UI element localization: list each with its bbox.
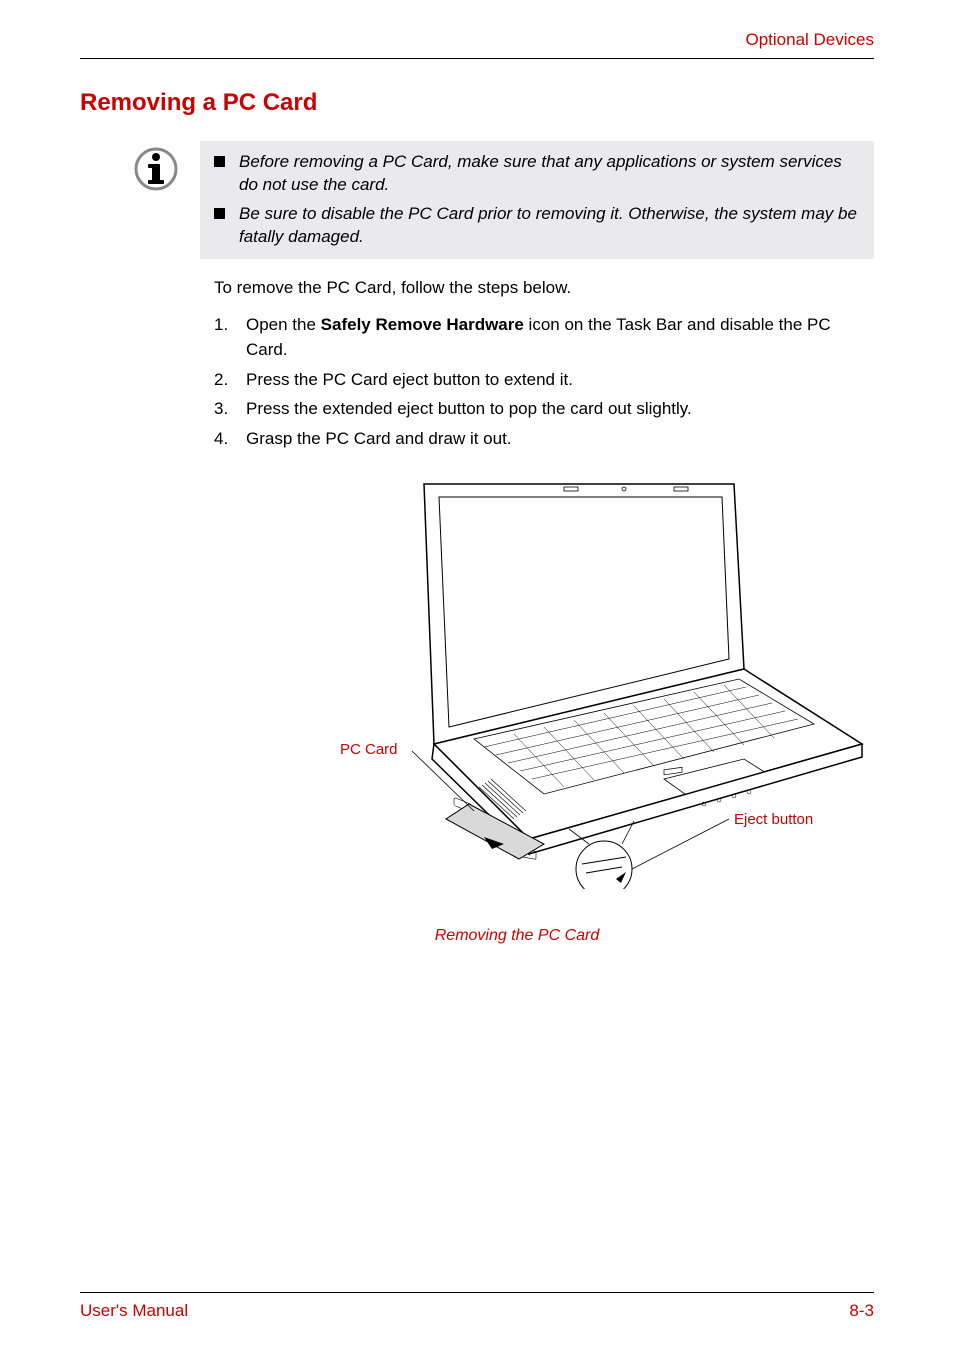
step-number: 4. — [214, 426, 234, 452]
step-number: 1. — [214, 312, 234, 363]
step-text: Grasp the PC Card and draw it out. — [246, 426, 874, 452]
intro-text: To remove the PC Card, follow the steps … — [214, 277, 874, 300]
bullet-icon — [214, 208, 225, 219]
figure-caption: Removing the PC Card — [160, 927, 874, 945]
info-icon — [134, 147, 178, 191]
figure-label-eject: Eject button — [734, 811, 813, 828]
step-item: 4. Grasp the PC Card and draw it out. — [214, 426, 874, 452]
note-text: Before removing a PC Card, make sure tha… — [239, 151, 860, 197]
step-item: 1. Open the Safely Remove Hardware icon … — [214, 312, 874, 363]
step-text: Open the Safely Remove Hardware icon on … — [246, 312, 874, 363]
page-header: Optional Devices — [80, 30, 874, 59]
note-item: Before removing a PC Card, make sure tha… — [214, 151, 860, 197]
figure-label-pccard: PC Card — [340, 741, 398, 758]
footer-right: 8-3 — [849, 1301, 874, 1321]
step-number: 2. — [214, 367, 234, 393]
note-block: Before removing a PC Card, make sure tha… — [134, 141, 874, 259]
note-text: Be sure to disable the PC Card prior to … — [239, 203, 860, 249]
bullet-icon — [214, 156, 225, 167]
step-text: Press the PC Card eject button to extend… — [246, 367, 874, 393]
page-footer: User's Manual 8-3 — [80, 1292, 874, 1321]
note-content: Before removing a PC Card, make sure tha… — [200, 141, 874, 259]
section-title: Removing a PC Card — [80, 89, 874, 117]
step-item: 3. Press the extended eject button to po… — [214, 396, 874, 422]
step-text: Press the extended eject button to pop t… — [246, 396, 874, 422]
note-item: Be sure to disable the PC Card prior to … — [214, 203, 860, 249]
footer-left: User's Manual — [80, 1301, 188, 1321]
header-section-label: Optional Devices — [745, 30, 874, 49]
step-number: 3. — [214, 396, 234, 422]
step-item: 2. Press the PC Card eject button to ext… — [214, 367, 874, 393]
figure: PC Card Eject button — [214, 469, 854, 919]
steps-list: 1. Open the Safely Remove Hardware icon … — [214, 312, 874, 452]
